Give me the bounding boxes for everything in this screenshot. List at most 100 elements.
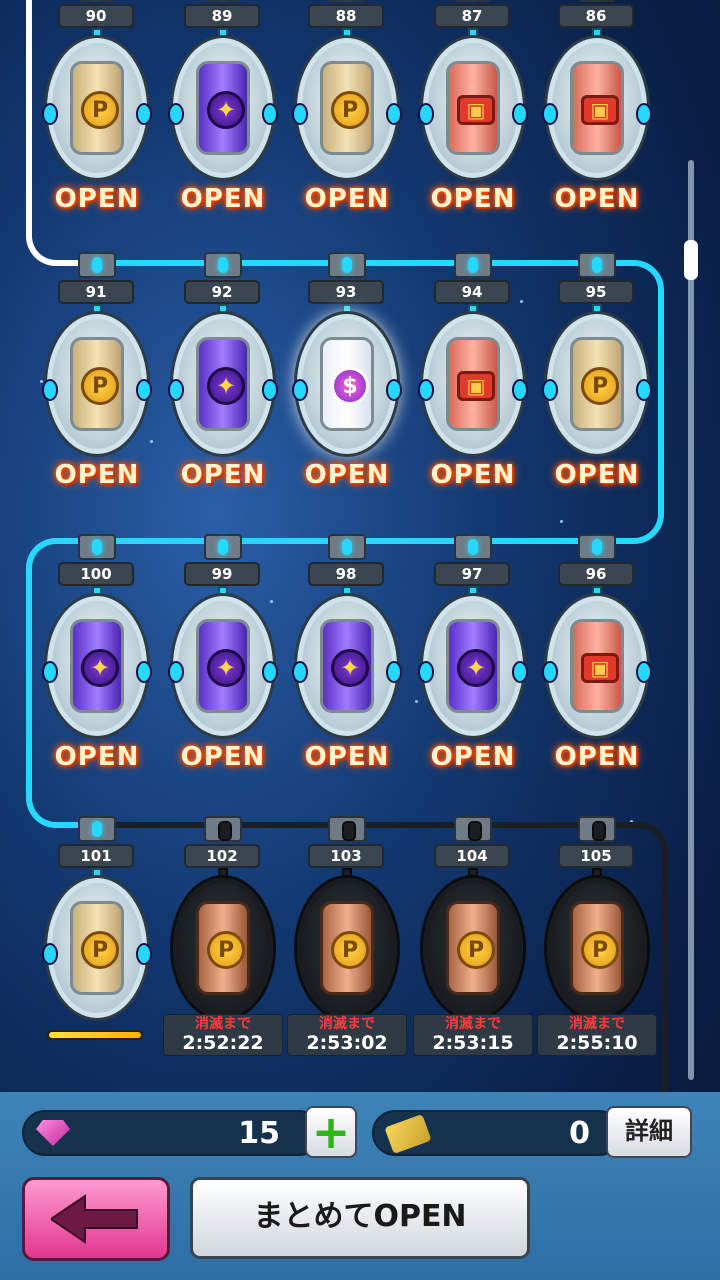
capsule-slot-94[interactable]: 94 ▣ OPEN — [418, 252, 528, 502]
capsule[interactable]: P — [42, 38, 152, 178]
capsule[interactable]: P — [42, 878, 152, 1018]
capsule[interactable]: P — [423, 878, 523, 1018]
capsule-slot-98[interactable]: 98 ✦ OPEN — [292, 534, 402, 784]
capsule-slot-92[interactable]: 92 ✦ OPEN — [168, 252, 278, 502]
timer-label: 消滅まで — [569, 1016, 625, 1032]
open-label[interactable]: OPEN — [42, 742, 152, 772]
open-label[interactable]: OPEN — [418, 184, 528, 214]
capsule-slot-99[interactable]: 99 ✦ OPEN — [168, 534, 278, 784]
capsule-slot-89[interactable]: 89 ✦ OPEN — [168, 0, 278, 226]
capsule-slot-103[interactable]: 103 P 消滅まで 2:53:02 — [287, 816, 407, 1066]
capsule-number: 91 — [58, 280, 134, 304]
capsule[interactable]: P — [547, 878, 647, 1018]
expire-timer: 消滅まで 2:55:10 — [537, 1014, 657, 1056]
capsule-hook — [328, 816, 366, 842]
capsule[interactable]: ▣ — [542, 38, 652, 178]
capsule[interactable]: P — [173, 878, 273, 1018]
capsule-slot-104[interactable]: 104 P 消滅まで 2:53:15 — [413, 816, 533, 1066]
capsule[interactable]: ✦ — [168, 38, 278, 178]
gold-p-icon: P — [81, 367, 119, 405]
capsule-slot-91[interactable]: 91 P OPEN — [42, 252, 152, 502]
timer-label: 消滅まで — [195, 1016, 251, 1032]
briefcase-icon: ▣ — [581, 95, 619, 125]
details-button[interactable]: 詳細 — [606, 1106, 692, 1158]
capsule-slot-102[interactable]: 102 P 消滅まで 2:52:22 — [163, 816, 283, 1066]
capsule[interactable]: P — [542, 314, 652, 454]
shuriken-icon: ✦ — [207, 649, 245, 687]
open-label[interactable]: OPEN — [42, 460, 152, 490]
capsule-number: 102 — [184, 844, 260, 868]
open-label[interactable]: OPEN — [292, 184, 402, 214]
capsule-slot-100[interactable]: 100 ✦ OPEN — [42, 534, 152, 784]
open-progress-bar — [47, 1030, 143, 1040]
capsule[interactable]: ✦ — [42, 596, 152, 736]
gold-p-icon: P — [81, 91, 119, 129]
capsule-hook — [328, 0, 366, 2]
capsule-slot-97[interactable]: 97 ✦ OPEN — [418, 534, 528, 784]
open-label[interactable]: OPEN — [418, 460, 528, 490]
capsule-hook — [578, 816, 616, 842]
capsule[interactable]: ▣ — [418, 38, 528, 178]
timer-value: 2:52:22 — [182, 1032, 264, 1054]
capsule-slot-105[interactable]: 105 P 消滅まで 2:55:10 — [537, 816, 657, 1066]
capsule[interactable]: P — [42, 314, 152, 454]
capsule-number: 88 — [308, 4, 384, 28]
capsule[interactable]: ▣ — [542, 596, 652, 736]
capsule[interactable]: $ — [292, 314, 402, 454]
capsule-slot-88[interactable]: 88 P OPEN — [292, 0, 402, 226]
capsule[interactable]: ✦ — [168, 596, 278, 736]
open-label[interactable]: OPEN — [418, 742, 528, 772]
capsule-number: 105 — [558, 844, 634, 868]
capsule-slot-90[interactable]: 90 P OPEN — [42, 0, 152, 226]
timer-label: 消滅まで — [445, 1016, 501, 1032]
expire-timer: 消滅まで 2:53:15 — [413, 1014, 533, 1056]
briefcase-icon: ▣ — [457, 371, 495, 401]
capsule-slot-101[interactable]: 101 P — [42, 816, 152, 1066]
briefcase-icon: ▣ — [457, 95, 495, 125]
open-label[interactable]: OPEN — [168, 184, 278, 214]
open-label[interactable]: OPEN — [542, 460, 652, 490]
capsule-hook — [578, 0, 616, 2]
capsule-slot-93[interactable]: 93 $ OPEN — [292, 252, 402, 502]
gold-p-icon: P — [331, 91, 369, 129]
scrollbar-thumb[interactable] — [684, 240, 698, 280]
shuriken-icon: ✦ — [457, 649, 495, 687]
open-label[interactable]: OPEN — [292, 742, 402, 772]
open-label[interactable]: OPEN — [542, 742, 652, 772]
shuriken-icon: ✦ — [207, 91, 245, 129]
capsule-slot-95[interactable]: 95 P OPEN — [542, 252, 652, 502]
open-all-button[interactable]: まとめてOPEN — [190, 1177, 530, 1259]
back-button[interactable] — [22, 1177, 170, 1261]
capsule-slot-86[interactable]: 86 ▣ OPEN — [542, 0, 652, 226]
capsule-number: 95 — [558, 280, 634, 304]
open-label[interactable]: OPEN — [292, 460, 402, 490]
gold-p-icon: P — [581, 931, 619, 969]
capsule[interactable]: P — [292, 38, 402, 178]
capsule-number: 99 — [184, 562, 260, 586]
open-label[interactable]: OPEN — [168, 742, 278, 772]
capsule-number: 97 — [434, 562, 510, 586]
capsule-hook — [454, 816, 492, 842]
open-label[interactable]: OPEN — [168, 460, 278, 490]
scrollbar-track[interactable] — [688, 160, 694, 1080]
capsule[interactable]: ▣ — [418, 314, 528, 454]
capsule-hook — [204, 816, 242, 842]
ticket-icon — [384, 1114, 432, 1154]
open-label[interactable]: OPEN — [542, 184, 652, 214]
add-gems-button[interactable]: + — [305, 1106, 357, 1158]
capsule-hook — [78, 252, 116, 278]
open-label[interactable]: OPEN — [42, 184, 152, 214]
shuriken-icon: ✦ — [331, 649, 369, 687]
capsule-slot-87[interactable]: 87 ▣ OPEN — [418, 0, 528, 226]
capsule[interactable]: ✦ — [168, 314, 278, 454]
shuriken-icon: ✦ — [81, 649, 119, 687]
capsule-slot-96[interactable]: 96 ▣ OPEN — [542, 534, 652, 784]
gold-p-icon: P — [207, 931, 245, 969]
timer-value: 2:55:10 — [556, 1032, 638, 1054]
capsule[interactable]: ✦ — [418, 596, 528, 736]
capsule[interactable]: P — [297, 878, 397, 1018]
gold-p-icon: P — [331, 931, 369, 969]
capsule-hook — [204, 0, 242, 2]
rainbow-s-icon: $ — [331, 367, 369, 405]
capsule[interactable]: ✦ — [292, 596, 402, 736]
